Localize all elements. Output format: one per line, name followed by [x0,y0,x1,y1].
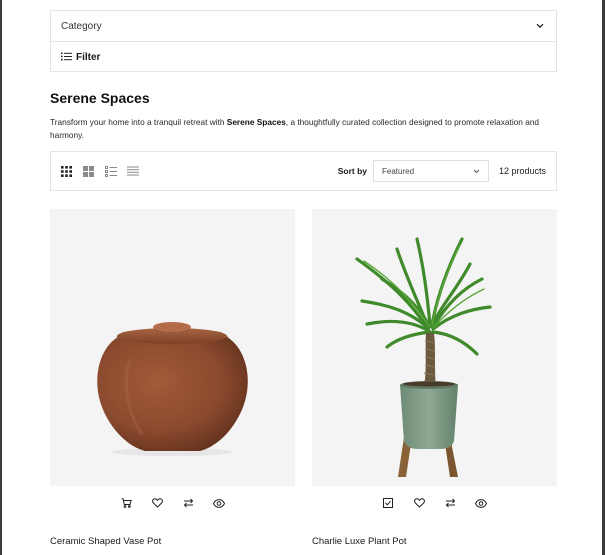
compare-icon[interactable] [182,497,194,509]
view-mode-switcher [60,165,139,178]
eye-icon[interactable] [213,497,225,509]
product-toolbar: Sort by Featured 12 products [50,151,557,191]
sort-label: Sort by [337,166,367,176]
product-image-ceramic-vase[interactable] [50,209,295,486]
collection-title: Serene Spaces [50,90,150,106]
cart-icon[interactable] [120,497,132,509]
compare-icon[interactable] [444,497,456,509]
heart-icon[interactable] [413,497,425,509]
ceramic-vase-illustration [97,322,248,456]
product-name[interactable]: Ceramic Shaped Vase Pot [50,536,161,547]
product-actions [312,486,557,520]
category-label: Category [61,20,102,32]
list-numbered-icon[interactable] [104,165,117,178]
list-icon[interactable] [126,165,139,178]
collection-desc-bold: Serene Spaces [226,117,286,127]
filter-label: Filter [76,51,101,63]
chevron-down-icon [473,167,480,176]
check-square-icon[interactable] [382,497,394,509]
sort-area: Sort by Featured 12 products [338,160,547,182]
chevron-down-icon [535,21,545,31]
grid-3-icon[interactable] [60,165,73,178]
product-count: 12 products [499,166,547,176]
product-image-plant-pot[interactable] [312,209,557,486]
category-dropdown[interactable]: Category [51,11,556,42]
product-name[interactable]: Charlie Luxe Plant Pot [312,536,407,547]
eye-icon[interactable] [475,497,487,509]
filter-list-icon [61,48,72,66]
sort-select[interactable]: Featured [373,160,489,182]
collection-desc-before: Transform your home into a tranquil retr… [50,117,227,127]
product-actions [50,486,295,520]
collection-description: Transform your home into a tranquil retr… [50,116,560,142]
filter-panel: Category Filter [50,10,557,72]
page-edge-left [0,0,2,555]
filter-button[interactable]: Filter [51,42,556,72]
heart-icon[interactable] [151,497,163,509]
product-card: Ceramic Shaped Vase Pot [50,209,295,547]
product-card: Charlie Luxe Plant Pot [312,209,557,547]
grid-2-icon[interactable] [82,165,95,178]
plant-pot-illustration [355,237,492,477]
sort-select-value: Featured [382,166,415,176]
